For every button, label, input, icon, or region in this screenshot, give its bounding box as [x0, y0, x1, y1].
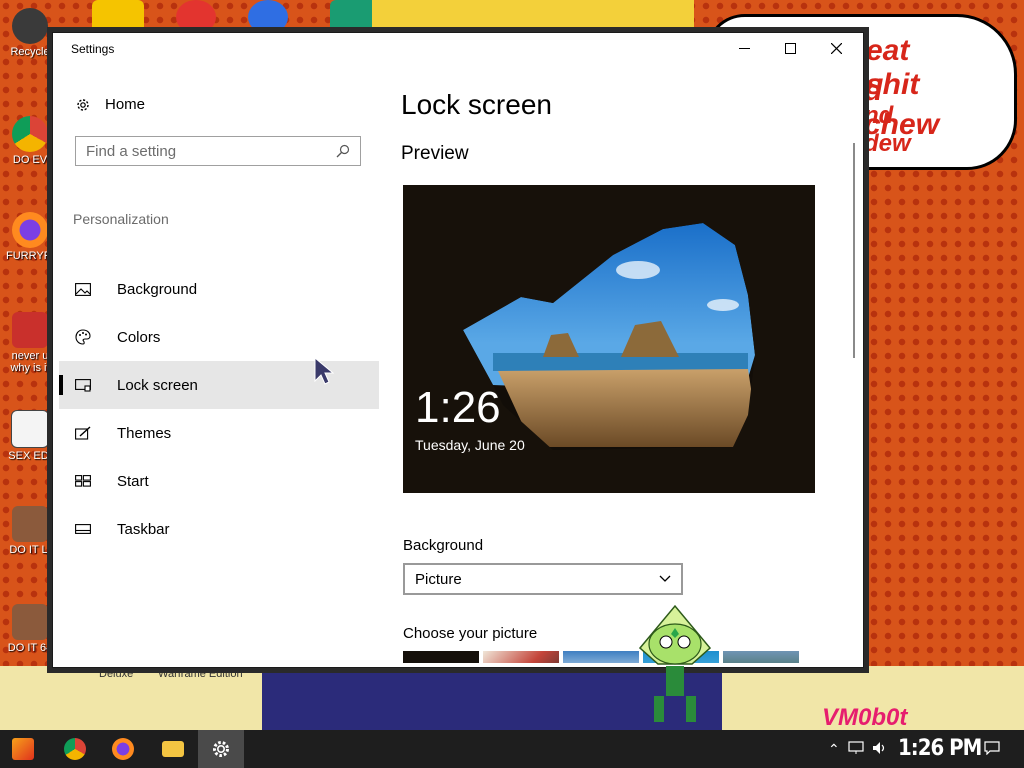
desktop-icon-portrait-64[interactable]: DO IT 64: [6, 604, 54, 654]
action-center-icon[interactable]: [984, 741, 1000, 755]
start-icon: [12, 738, 34, 760]
taskbar-icon: [75, 524, 103, 534]
window-title: Settings: [71, 42, 115, 56]
watermark: VM0b0t: [822, 704, 908, 731]
wallpaper-label: Warframe Edition: [158, 668, 243, 680]
nav-item-colors[interactable]: Colors: [59, 313, 379, 361]
search-icon: [336, 144, 350, 158]
desktop-icon-label: never u why is it: [10, 350, 50, 374]
nav-item-start[interactable]: Start: [59, 457, 379, 505]
settings-window: Settings Home Find a setting Personaliza: [52, 32, 864, 668]
nav-item-taskbar[interactable]: Taskbar: [59, 505, 379, 553]
preview-heading: Preview: [401, 143, 469, 164]
meme-line: dew: [864, 130, 911, 157]
chevron-down-icon: [659, 575, 671, 582]
gear-icon: [77, 98, 89, 111]
folder-icon: [162, 741, 184, 757]
nav-item-label: Lock screen: [117, 376, 198, 394]
title-bar[interactable]: Settings: [53, 33, 863, 63]
taskbar-settings[interactable]: [198, 730, 244, 768]
hex-editor-icon: [11, 410, 49, 448]
picture-thumbnail[interactable]: [723, 651, 799, 663]
brush-icon: [75, 425, 103, 441]
desktop-icon-firefox[interactable]: FURRYFU: [6, 212, 58, 262]
preview-time: 1:26: [415, 383, 501, 432]
nav-item-themes[interactable]: Themes: [59, 409, 379, 457]
firefox-icon: [12, 212, 48, 248]
volume-icon[interactable]: [872, 741, 888, 755]
portrait-icon: [12, 604, 48, 640]
meme-line: nd: [864, 102, 894, 129]
start-button[interactable]: [0, 730, 46, 768]
desktop-icon-label: DO EV: [12, 154, 48, 166]
desktop-icon-chrome[interactable]: DO EV: [6, 116, 54, 166]
desktop-app-icon[interactable]: [92, 0, 144, 34]
mascot-character: [638, 604, 712, 722]
lock-screen-page: Lock screen Preview 1:26 Tuesday, June 2…: [379, 63, 863, 663]
palette-icon: [75, 329, 103, 345]
desktop-app-icon[interactable]: [248, 0, 288, 34]
close-icon: [830, 42, 842, 54]
start-icon: [75, 475, 103, 487]
network-icon[interactable]: [848, 741, 864, 755]
desktop-icon-label: SEX EDI: [8, 450, 52, 462]
nav-item-label: Start: [117, 472, 149, 490]
firefox-icon: [112, 738, 134, 760]
search-placeholder: Find a setting: [86, 142, 177, 160]
minimize-icon: [738, 47, 750, 49]
recycle-bin-icon: [12, 8, 48, 44]
nav-item-label: Background: [117, 280, 198, 298]
picture-thumbnail[interactable]: [483, 651, 559, 663]
desktop-icon-hex[interactable]: SEX EDI: [6, 410, 54, 462]
chevron-up-icon[interactable]: ⌃: [828, 741, 840, 758]
section-label: Personalization: [73, 211, 169, 227]
picture-thumbnail[interactable]: [563, 651, 639, 663]
background-value: Picture: [415, 570, 462, 588]
desktop-icon-devcpp[interactable]: never u why is it: [6, 312, 54, 374]
minimize-button[interactable]: [721, 33, 767, 63]
home-link[interactable]: Home: [75, 96, 145, 113]
desktop-icon-label: DO IT 64: [7, 642, 53, 654]
maximize-icon: [784, 42, 796, 54]
desktop-icon-label: Recycle: [10, 46, 50, 58]
chrome-icon: [64, 738, 86, 760]
taskbar: ⌃ 1:26 PM: [0, 730, 1024, 768]
nav-item-label: Taskbar: [117, 520, 170, 538]
nav-item-label: Colors: [117, 328, 161, 346]
maximize-button[interactable]: [767, 33, 813, 63]
taskbar-firefox[interactable]: [100, 730, 146, 768]
picture-thumbnail[interactable]: [403, 651, 479, 663]
desktop-icon-recycle[interactable]: Recycle: [6, 8, 54, 58]
search-input[interactable]: Find a setting: [75, 136, 361, 166]
gear-icon: [213, 741, 229, 757]
choose-picture-label: Choose your picture: [403, 625, 538, 642]
desktop-app-icon[interactable]: [176, 0, 216, 34]
wallpaper-label: Deluxe: [99, 668, 134, 680]
taskbar-chrome[interactable]: [52, 730, 98, 768]
home-label: Home: [105, 96, 146, 113]
portrait-icon: [12, 506, 48, 542]
picture-icon: [75, 282, 103, 296]
chrome-icon: [12, 116, 48, 152]
devcpp-icon: [12, 312, 48, 348]
wallpaper-character: [372, 0, 694, 32]
taskbar-clock[interactable]: 1:26 PM: [898, 736, 982, 761]
close-button[interactable]: [813, 33, 859, 63]
picture-thumbnails: [403, 651, 799, 663]
page-title: Lock screen: [401, 89, 552, 120]
background-dropdown[interactable]: Picture: [403, 563, 683, 595]
lock-screen-preview: 1:26 Tuesday, June 20: [403, 185, 815, 493]
preview-date: Tuesday, June 20: [415, 437, 525, 453]
nav-item-background[interactable]: Background: [59, 265, 379, 313]
taskbar-file-explorer[interactable]: [150, 730, 196, 768]
desktop-icon-label: FURRYFU: [6, 250, 59, 262]
background-label: Background: [403, 537, 484, 554]
nav-item-label: Themes: [117, 424, 172, 442]
lock-screen-icon: [75, 378, 103, 392]
content-scrollbar[interactable]: [853, 143, 855, 358]
desktop-icon-label: DO IT LI: [9, 544, 51, 556]
desktop-icon-portrait[interactable]: DO IT LI: [6, 506, 54, 556]
mouse-cursor-icon: [314, 357, 334, 385]
